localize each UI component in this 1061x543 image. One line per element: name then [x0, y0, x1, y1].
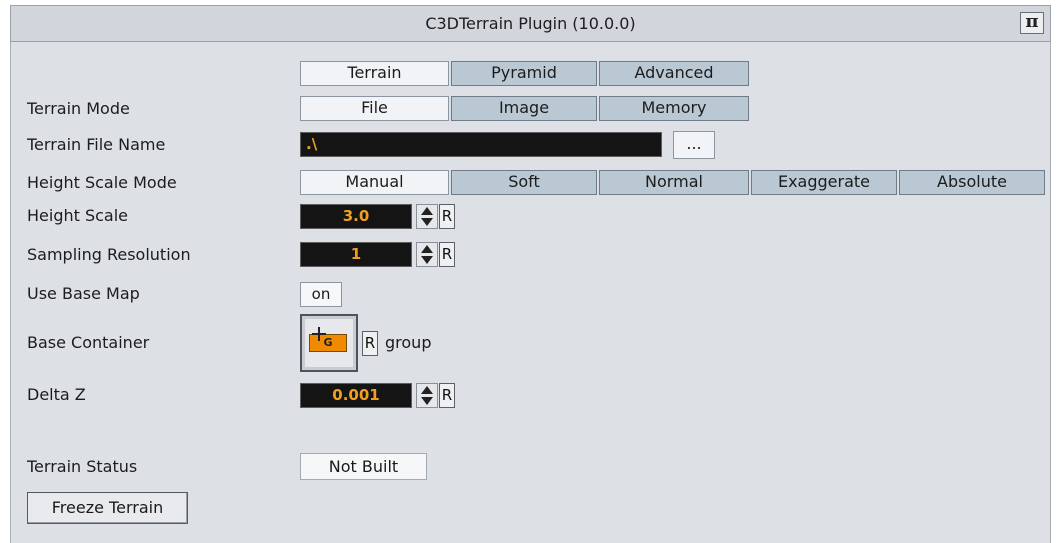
spin-down-icon[interactable] — [421, 218, 433, 226]
base-container-value: group — [385, 333, 432, 352]
terrain-file-name-label: Terrain File Name — [27, 135, 166, 154]
height-scale-mode-label: Height Scale Mode — [27, 173, 177, 192]
height-scale-mode-absolute[interactable]: Absolute — [899, 170, 1045, 195]
delta-z-input[interactable]: 0.001 — [300, 383, 412, 408]
use-base-map-toggle[interactable]: on — [300, 282, 342, 307]
crosshair-icon — [312, 327, 326, 341]
tab-pyramid[interactable]: Pyramid — [451, 61, 597, 86]
delta-z-label: Delta Z — [27, 385, 86, 404]
height-scale-spinner[interactable] — [416, 204, 438, 229]
terrain-plugin-icon[interactable]: π — [1020, 12, 1044, 34]
spin-down-icon[interactable] — [421, 397, 433, 405]
height-scale-mode-normal[interactable]: Normal — [599, 170, 749, 195]
browse-file-button[interactable]: ... — [673, 131, 715, 159]
height-scale-mode-exaggerate[interactable]: Exaggerate — [751, 170, 897, 195]
terrain-mode-memory[interactable]: Memory — [599, 96, 749, 121]
spin-down-icon[interactable] — [421, 256, 433, 264]
terrain-mode-image[interactable]: Image — [451, 96, 597, 121]
spin-up-icon[interactable] — [421, 386, 433, 394]
height-scale-reset-button[interactable]: R — [439, 204, 455, 229]
sampling-resolution-reset-button[interactable]: R — [439, 242, 455, 267]
height-scale-input[interactable]: 3.0 — [300, 204, 412, 229]
spin-up-icon[interactable] — [421, 245, 433, 253]
tab-terrain[interactable]: Terrain — [300, 61, 449, 86]
spin-up-icon[interactable] — [421, 207, 433, 215]
base-container-drop-target[interactable]: G — [300, 314, 358, 372]
tab-advanced[interactable]: Advanced — [599, 61, 749, 86]
delta-z-spinner[interactable] — [416, 383, 438, 408]
sampling-resolution-input[interactable]: 1 — [300, 242, 412, 267]
base-container-reset-button[interactable]: R — [362, 331, 378, 356]
terrain-mode-label: Terrain Mode — [27, 99, 130, 118]
sampling-resolution-label: Sampling Resolution — [27, 245, 191, 264]
height-scale-mode-manual[interactable]: Manual — [300, 170, 449, 195]
terrain-status-value: Not Built — [300, 453, 427, 480]
terrain-file-name-input[interactable]: .\ — [300, 132, 662, 157]
use-base-map-label: Use Base Map — [27, 284, 140, 303]
delta-z-reset-button[interactable]: R — [439, 383, 455, 408]
terrain-mode-file[interactable]: File — [300, 96, 449, 121]
base-container-label: Base Container — [27, 333, 150, 352]
plugin-title-bar: C3DTerrain Plugin (10.0.0) π — [10, 5, 1051, 42]
height-scale-label: Height Scale — [27, 206, 129, 225]
height-scale-mode-soft[interactable]: Soft — [451, 170, 597, 195]
freeze-terrain-button[interactable]: Freeze Terrain — [27, 492, 188, 524]
plugin-title: C3DTerrain Plugin (10.0.0) — [425, 14, 636, 33]
terrain-status-label: Terrain Status — [27, 457, 138, 476]
sampling-resolution-spinner[interactable] — [416, 242, 438, 267]
